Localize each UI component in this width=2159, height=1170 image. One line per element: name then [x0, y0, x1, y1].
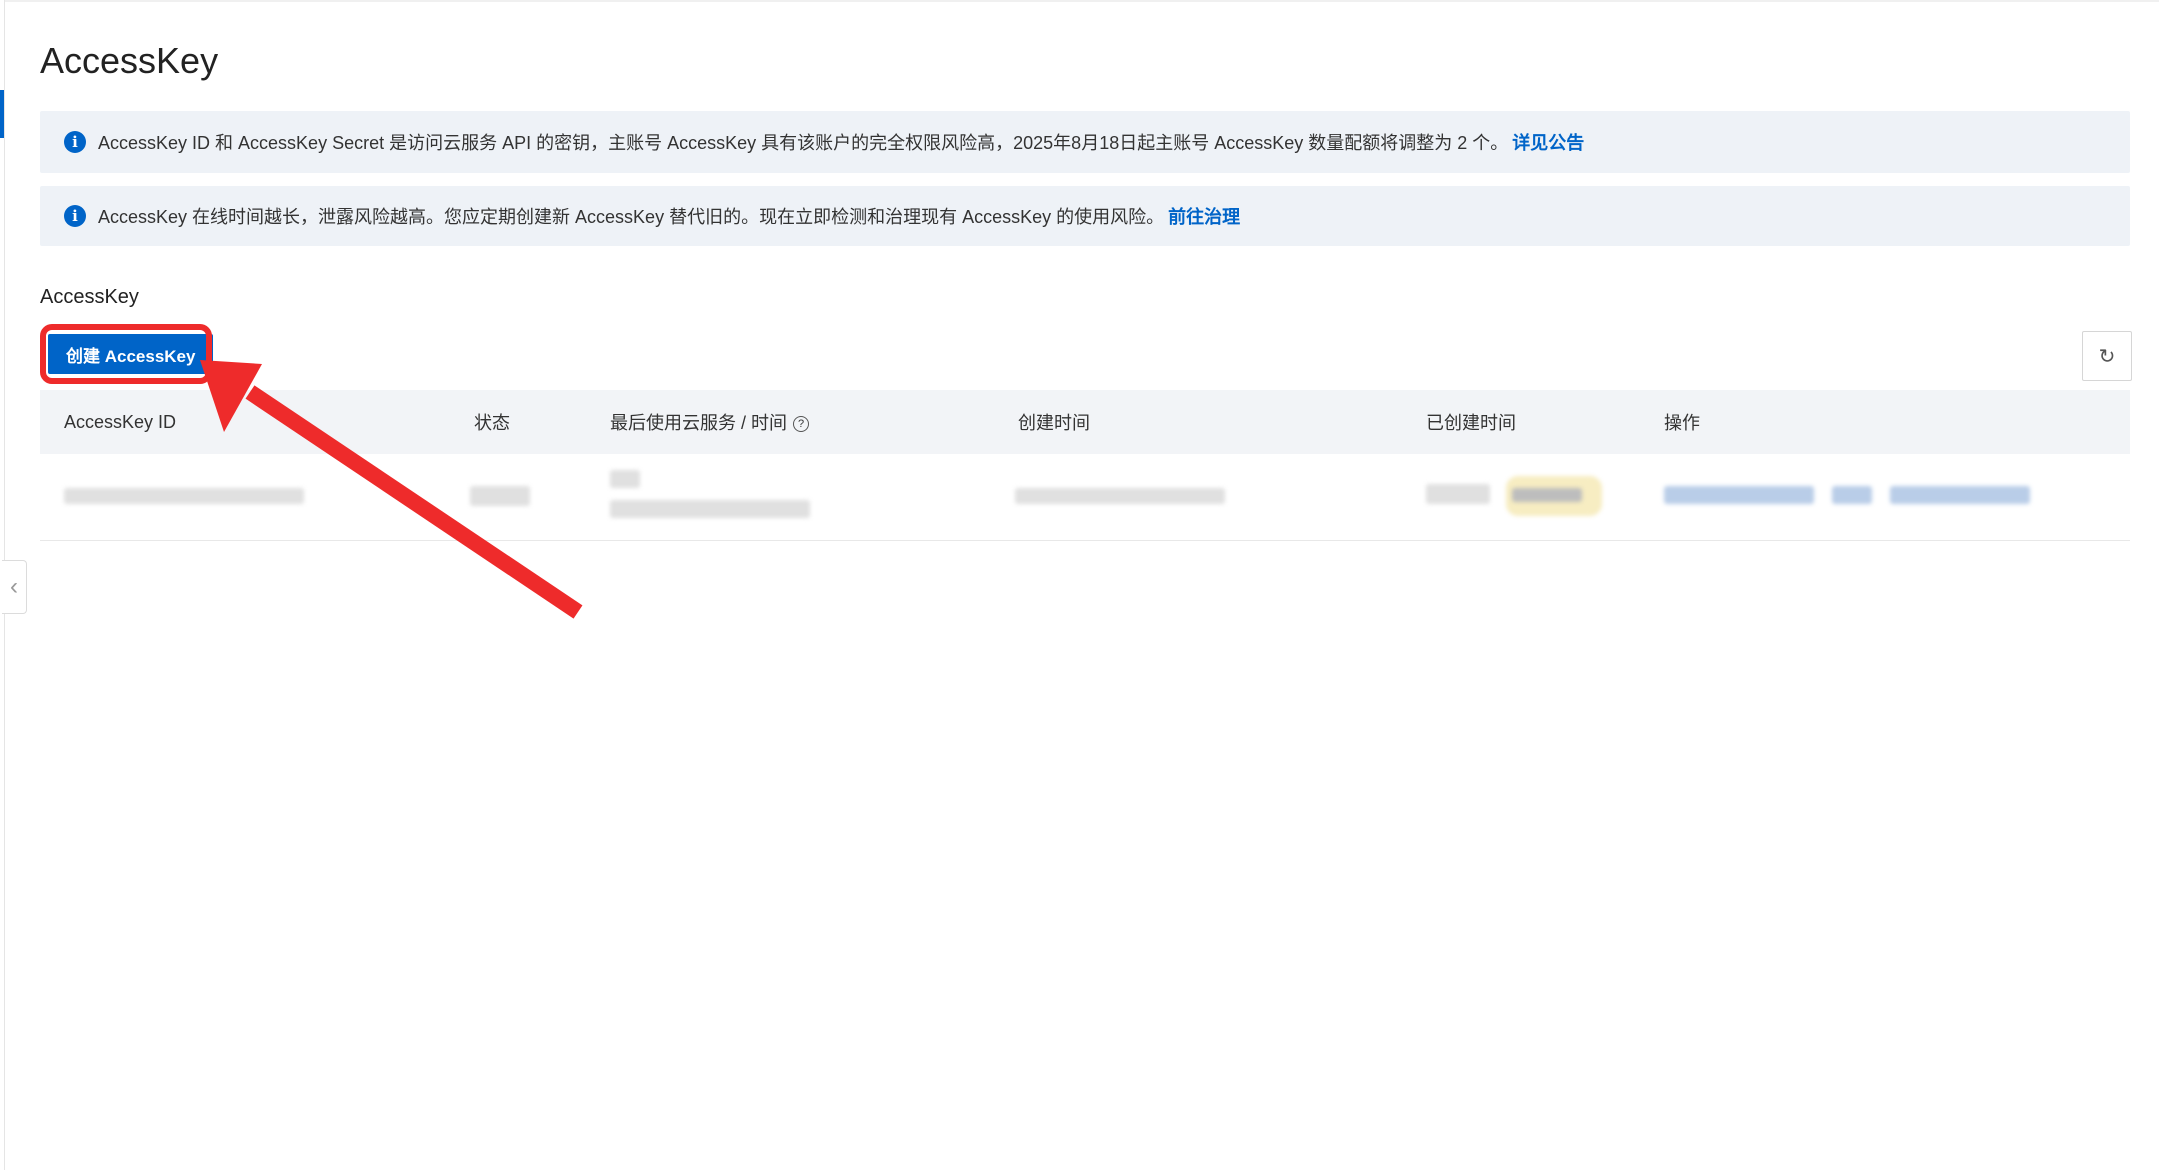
redacted-age-value: [1512, 488, 1582, 502]
redacted-last-used-time: [610, 500, 810, 518]
redacted-created-time: [1015, 488, 1225, 504]
redacted-last-used-service: [610, 470, 640, 488]
redacted-action-link[interactable]: [1890, 486, 2030, 504]
column-header-age: 已创建时间: [1426, 413, 1516, 433]
redacted-accesskey-id: [64, 488, 304, 504]
create-accesskey-button[interactable]: 创建 AccessKey: [48, 334, 214, 374]
sidebar-collapse-handle[interactable]: ‹: [2, 560, 27, 614]
info-circle-icon: i: [64, 205, 86, 227]
redacted-age: [1426, 484, 1490, 504]
column-header-actions: 操作: [1664, 413, 1700, 433]
redacted-status: [470, 486, 530, 506]
column-header-id: AccessKey ID: [64, 411, 177, 432]
annotation-arrow: [200, 360, 583, 619]
question-circle-icon[interactable]: ?: [793, 416, 810, 433]
column-header-created: 创建时间: [1018, 413, 1090, 433]
column-header-status: 状态: [474, 413, 510, 433]
accesskey-table: AccessKey ID 状态 最后使用云服务 / 时间? 创建时间 已创建时间…: [40, 390, 2130, 541]
notice-text: AccessKey ID 和 AccessKey Secret 是访问云服务 A…: [98, 133, 1509, 153]
sidebar-active-indicator: [0, 90, 4, 138]
notice-quota: i AccessKey ID 和 AccessKey Secret 是访问云服务…: [40, 111, 2130, 173]
redacted-action-link[interactable]: [1832, 486, 1872, 504]
table-header: AccessKey ID 状态 最后使用云服务 / 时间? 创建时间 已创建时间…: [40, 390, 2130, 454]
section-title: AccessKey: [40, 286, 139, 308]
notice-risk: i AccessKey 在线时间越长，泄露风险越高。您应定期创建新 Access…: [40, 186, 2130, 246]
top-divider: [0, 0, 2159, 2]
refresh-icon: ↻: [2098, 345, 2116, 368]
chevron-left-icon: ‹: [10, 573, 18, 600]
column-header-last-used: 最后使用云服务 / 时间?: [610, 409, 810, 435]
table-row: [40, 454, 2130, 541]
column-header-last-used-label: 最后使用云服务 / 时间: [610, 413, 788, 433]
info-circle-icon: i: [64, 131, 86, 153]
notice-text: AccessKey 在线时间越长，泄露风险越高。您应定期创建新 AccessKe…: [98, 207, 1165, 227]
redacted-action-link[interactable]: [1664, 486, 1814, 504]
notice-link-announcement[interactable]: 详见公告: [1512, 129, 1584, 155]
refresh-button[interactable]: ↻: [2082, 331, 2132, 381]
notice-link-governance[interactable]: 前往治理: [1168, 203, 1240, 229]
page-title: AccessKey: [40, 40, 219, 81]
